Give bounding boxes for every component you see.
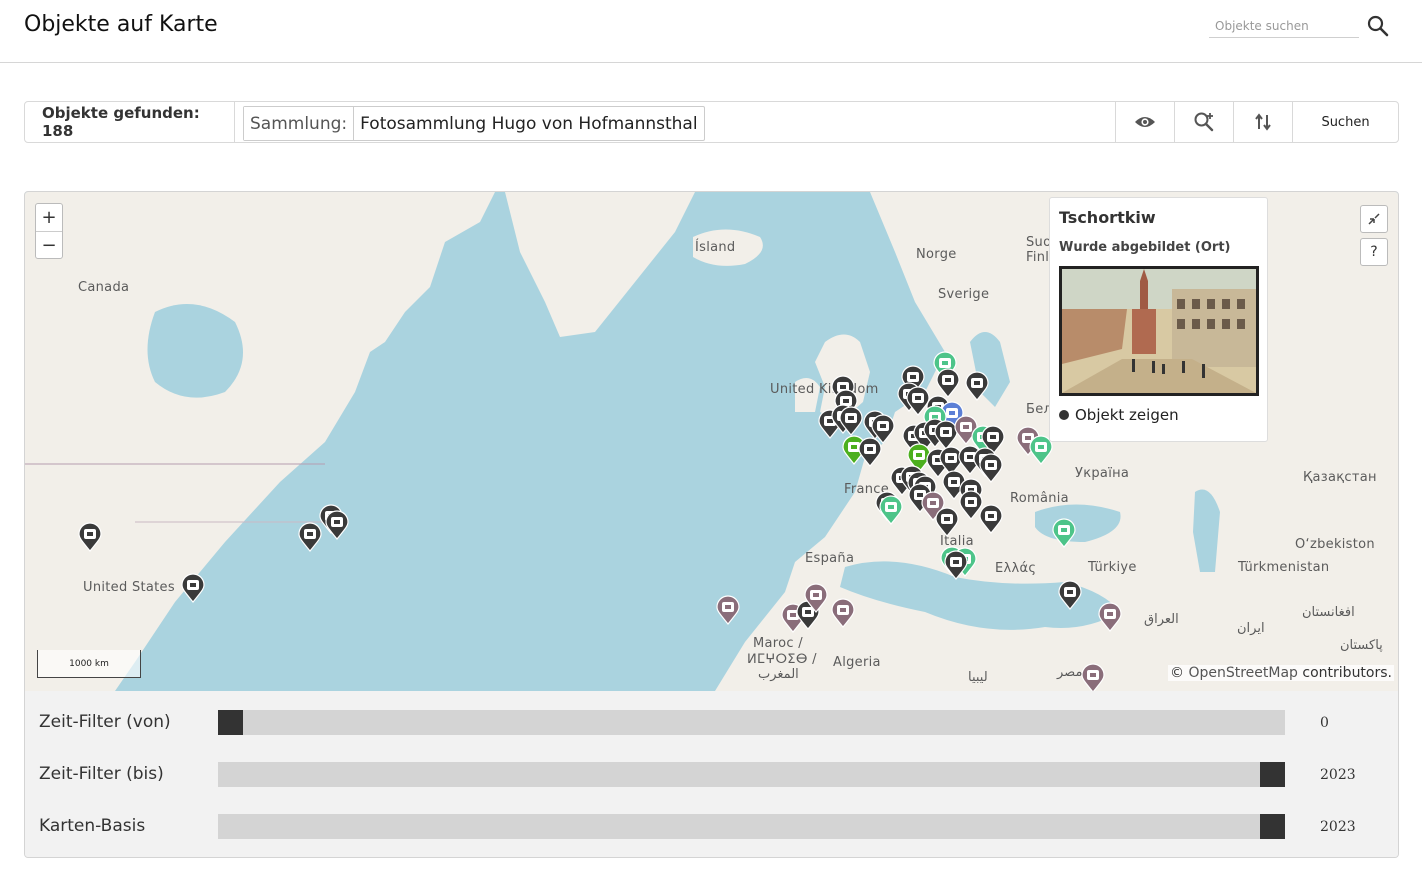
filter-sliders: Zeit-Filter (von) 0 Zeit-Filter (bis) 20…: [25, 691, 1398, 857]
show-object-label: Objekt zeigen: [1075, 406, 1179, 424]
map-marker-icon[interactable]: [959, 490, 983, 520]
map-marker-icon[interactable]: [716, 595, 740, 625]
popup-title: Tschortkiw: [1059, 208, 1156, 227]
slider-thumb[interactable]: [1260, 762, 1285, 787]
slider-value: 2023: [1320, 819, 1356, 835]
map-marker-icon[interactable]: [979, 453, 1003, 483]
map-marker-icon[interactable]: [325, 510, 349, 540]
map-marker-icon[interactable]: [298, 522, 322, 552]
app-header: Objekte auf Karte: [0, 0, 1422, 63]
map-marker-icon[interactable]: [1098, 602, 1122, 632]
slider-track[interactable]: [218, 710, 1285, 735]
filter-area[interactable]: Sammlung: Fotosammlung Hugo von Hofmanns…: [235, 102, 1115, 142]
slider-label: Zeit-Filter (bis): [39, 764, 164, 784]
map-panel: Canada Ísland Norge Sverige Suo Finl Uni…: [24, 191, 1399, 858]
search-icon[interactable]: [1366, 14, 1390, 38]
map-scale: 1000 km: [37, 650, 141, 678]
slider-thumb[interactable]: [218, 710, 243, 735]
attribution-suffix: contributors.: [1302, 665, 1392, 681]
map-marker-icon[interactable]: [979, 504, 1003, 534]
map-marker-icon[interactable]: [78, 522, 102, 552]
slider-row-karten-basis: Karten-Basis 2023: [25, 806, 1398, 846]
popup-postcard-image[interactable]: [1059, 266, 1259, 396]
slider-row-zeit-bis: Zeit-Filter (bis) 2023: [25, 754, 1398, 794]
show-object-link[interactable]: Objekt zeigen: [1059, 406, 1258, 424]
map-marker-icon[interactable]: [935, 507, 959, 537]
map-marker-icon[interactable]: [858, 437, 882, 467]
collapse-icon[interactable]: [1360, 205, 1388, 233]
slider-row-zeit-von: Zeit-Filter (von) 0: [25, 702, 1398, 742]
help-button[interactable]: ?: [1360, 238, 1388, 266]
slider-value: 2023: [1320, 767, 1356, 783]
map-marker-icon[interactable]: [831, 598, 855, 628]
slider-value: 0: [1320, 715, 1329, 731]
map-marker-icon[interactable]: [1081, 663, 1105, 691]
slider-label: Karten-Basis: [39, 816, 146, 836]
page-title: Objekte auf Karte: [24, 12, 218, 37]
map-marker-icon[interactable]: [965, 371, 989, 401]
filter-toolbar: Objekte gefunden: 188 Sammlung: Fotosamm…: [24, 101, 1399, 143]
zoom-in-icon[interactable]: [1174, 102, 1233, 142]
zoom-out-button[interactable]: −: [36, 231, 62, 258]
slider-track[interactable]: [218, 814, 1285, 839]
map-marker-icon[interactable]: [1058, 580, 1082, 610]
place-popup: Tschortkiw Wurde abgebildet (Ort) Objekt…: [1049, 197, 1268, 442]
zoom-control: + −: [35, 203, 63, 259]
map-marker-icon[interactable]: [936, 368, 960, 398]
map-marker-icon[interactable]: [879, 495, 903, 525]
map-marker-icon[interactable]: [934, 420, 958, 450]
search-input[interactable]: [1209, 14, 1359, 38]
filter-chip-value: Fotosammlung Hugo von Hofmannsthal: [360, 113, 698, 134]
map-marker-icon[interactable]: [181, 573, 205, 603]
zoom-in-button[interactable]: +: [36, 204, 62, 231]
result-count: Objekte gefunden: 188: [25, 102, 235, 142]
filter-chip-sammlung[interactable]: Sammlung: Fotosammlung Hugo von Hofmanns…: [243, 106, 705, 141]
eye-icon[interactable]: [1115, 102, 1174, 142]
osm-link[interactable]: OpenStreetMap: [1188, 665, 1297, 681]
attribution-copyright: ©: [1170, 665, 1185, 681]
sort-icon[interactable]: [1233, 102, 1292, 142]
slider-track[interactable]: [218, 762, 1285, 787]
bullet-icon: [1059, 410, 1069, 420]
slider-label: Zeit-Filter (von): [39, 712, 171, 732]
map-marker-icon[interactable]: [1052, 518, 1076, 548]
popup-subtitle: Wurde abgebildet (Ort): [1059, 240, 1231, 255]
map-attribution: © OpenStreetMap contributors.: [1168, 665, 1394, 681]
search-submit-button[interactable]: Suchen: [1292, 102, 1398, 142]
map-canvas[interactable]: Canada Ísland Norge Sverige Suo Finl Uni…: [25, 192, 1398, 691]
filter-chip-label: Sammlung:: [244, 107, 355, 140]
slider-thumb[interactable]: [1260, 814, 1285, 839]
